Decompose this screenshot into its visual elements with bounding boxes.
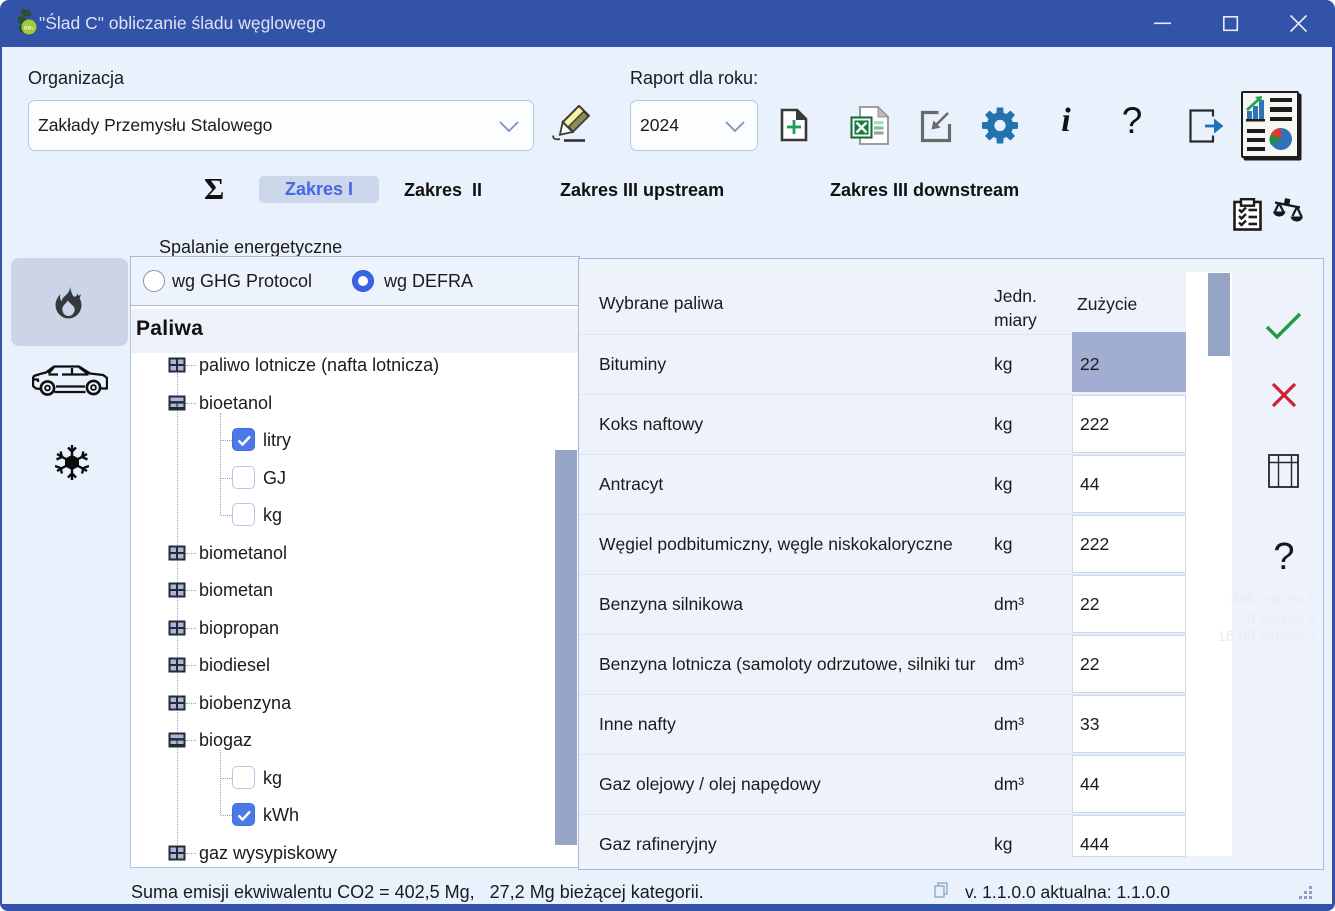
- svg-text:co₂: co₂: [24, 26, 34, 32]
